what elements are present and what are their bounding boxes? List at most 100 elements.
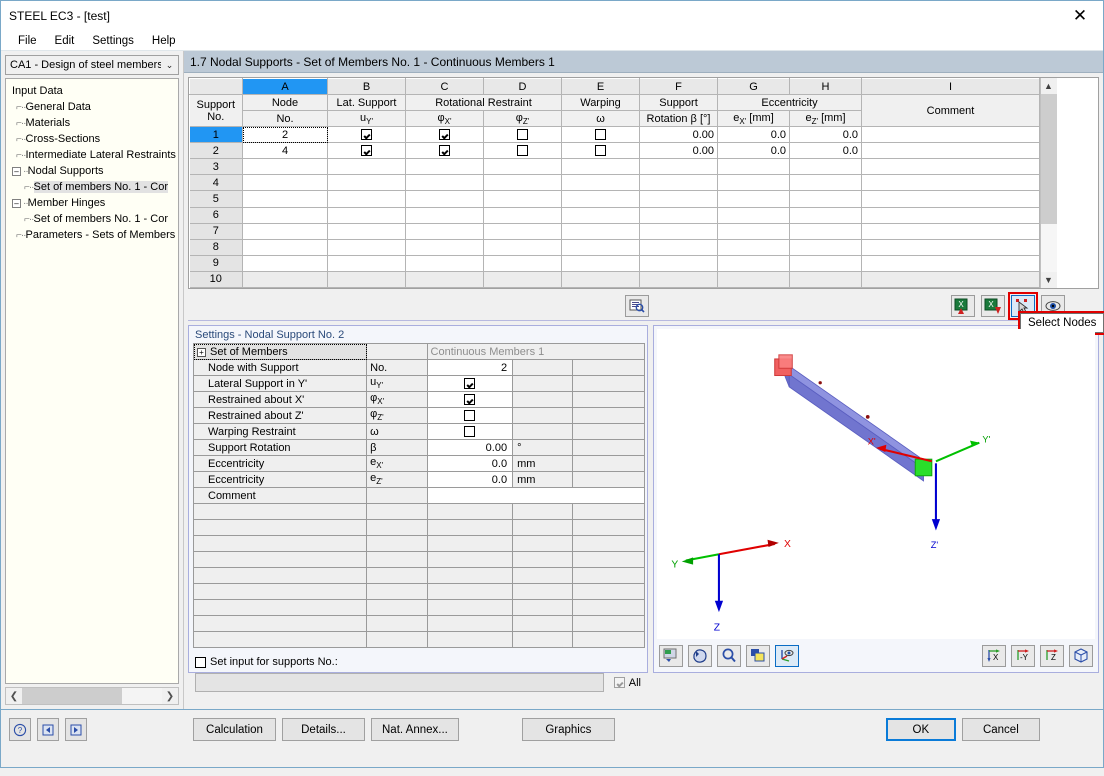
row-number[interactable]: 8: [190, 239, 243, 255]
cell-node-no[interactable]: [243, 207, 328, 223]
cell-ex[interactable]: [718, 175, 790, 191]
column-header-i[interactable]: I: [862, 79, 1040, 95]
cell-rot-z[interactable]: [484, 239, 562, 255]
menu-item-settings[interactable]: Settings: [83, 33, 143, 49]
column-header-a[interactable]: A: [243, 79, 328, 95]
scroll-track[interactable]: [1041, 94, 1057, 272]
cell-rot-z[interactable]: [484, 271, 562, 287]
tree-item-general-data[interactable]: ⌐·· General Data: [10, 99, 176, 115]
table-row[interactable]: 9: [190, 255, 1040, 271]
settings-value-beta[interactable]: 0.00: [427, 440, 513, 456]
close-icon[interactable]: ✕: [1057, 1, 1103, 31]
tree-item-materials[interactable]: ⌐·· Materials: [10, 115, 176, 131]
cell-rot-x[interactable]: [406, 223, 484, 239]
scroll-down-icon[interactable]: ▼: [1041, 272, 1057, 288]
settings-value-node-no[interactable]: 2: [427, 360, 513, 376]
cell-ez[interactable]: [790, 271, 862, 287]
collapse-icon[interactable]: –: [12, 199, 21, 208]
cell-rot-z[interactable]: [484, 223, 562, 239]
column-header-d[interactable]: D: [484, 79, 562, 95]
table-zoom-icon[interactable]: [625, 295, 649, 317]
cell-warping[interactable]: [562, 143, 640, 159]
table-row[interactable]: 4: [190, 175, 1040, 191]
layers-icon[interactable]: [746, 645, 770, 667]
cell-rot-x[interactable]: [406, 127, 484, 143]
column-header-g[interactable]: G: [718, 79, 790, 95]
cell-ez[interactable]: [790, 191, 862, 207]
calculation-button[interactable]: Calculation: [193, 718, 276, 741]
table-row[interactable]: 6: [190, 207, 1040, 223]
tree-item-nodal-supports-set-1[interactable]: ⌐·· Set of members No. 1 - Cor: [10, 179, 176, 195]
cell-ez[interactable]: [790, 175, 862, 191]
settings-row-eccentricity-x[interactable]: Eccentricity eX' 0.0 mm: [194, 456, 645, 472]
table-row[interactable]: 10: [190, 271, 1040, 287]
excel-export-icon[interactable]: X: [981, 295, 1005, 317]
cell-ex[interactable]: 0.0: [718, 143, 790, 159]
cell-ez[interactable]: 0.0: [790, 143, 862, 159]
checkbox-all[interactable]: [614, 677, 625, 688]
row-number[interactable]: 3: [190, 159, 243, 175]
cell-lat-support[interactable]: [328, 175, 406, 191]
tree-item-nodal-supports[interactable]: – ·· Nodal Supports: [10, 163, 176, 179]
settings-value-comment[interactable]: [427, 488, 644, 504]
checkbox-warping[interactable]: [595, 129, 606, 140]
checkbox-restrained-z[interactable]: [464, 410, 475, 421]
settings-row-node-with-support[interactable]: Node with Support No. 2: [194, 360, 645, 376]
settings-row-set-of-members[interactable]: +Set of Members Continuous Members 1: [194, 344, 645, 360]
cell-warping[interactable]: [562, 127, 640, 143]
cell-ex[interactable]: [718, 159, 790, 175]
settings-row-support-rotation[interactable]: Support Rotation β 0.00 °: [194, 440, 645, 456]
column-header-e[interactable]: E: [562, 79, 640, 95]
cell-node-no[interactable]: [243, 223, 328, 239]
cell-rot-z[interactable]: [484, 175, 562, 191]
cell-rot-x[interactable]: [406, 159, 484, 175]
column-header-c[interactable]: C: [406, 79, 484, 95]
nat-annex-button[interactable]: Nat. Annex...: [371, 718, 459, 741]
cell-ex[interactable]: [718, 239, 790, 255]
cell-node-no[interactable]: [243, 255, 328, 271]
cell-node-no[interactable]: [243, 239, 328, 255]
view-iso-icon[interactable]: [1069, 645, 1093, 667]
excel-import-icon[interactable]: X: [951, 295, 975, 317]
cell-lat-support[interactable]: [328, 223, 406, 239]
cell-rot-z[interactable]: [484, 127, 562, 143]
checkbox-rot-x[interactable]: [439, 129, 450, 140]
ok-button[interactable]: OK: [886, 718, 956, 741]
checkbox-rot-z[interactable]: [517, 145, 528, 156]
cell-beta[interactable]: [640, 223, 718, 239]
scroll-right-icon[interactable]: ❯: [162, 691, 178, 702]
scroll-up-icon[interactable]: ▲: [1041, 78, 1057, 94]
rotate-view-icon[interactable]: [775, 645, 799, 667]
menu-item-file[interactable]: File: [9, 33, 46, 49]
cell-node-no[interactable]: [243, 175, 328, 191]
cell-ez[interactable]: 0.0: [790, 127, 862, 143]
cell-rot-x[interactable]: [406, 271, 484, 287]
cell-beta[interactable]: [640, 175, 718, 191]
menu-item-edit[interactable]: Edit: [46, 33, 84, 49]
table-row[interactable]: 3: [190, 159, 1040, 175]
row-number[interactable]: 10: [190, 271, 243, 287]
view-y-icon[interactable]: -Y: [1011, 645, 1035, 667]
tree-item-cross-sections[interactable]: ⌐·· Cross-Sections: [10, 131, 176, 147]
cell-ex[interactable]: 0.0: [718, 127, 790, 143]
cell-beta[interactable]: 0.00: [640, 143, 718, 159]
cell-comment[interactable]: [862, 255, 1040, 271]
cell-beta[interactable]: [640, 159, 718, 175]
table-row[interactable]: 1 2 0.00 0.0 0.0: [190, 127, 1040, 143]
prev-icon[interactable]: [37, 718, 59, 741]
cell-ez[interactable]: [790, 239, 862, 255]
cell-node-no[interactable]: 2: [243, 127, 328, 143]
table-vertical-scrollbar[interactable]: ▲ ▼: [1040, 78, 1056, 288]
settings-row-warping-restraint[interactable]: Warping Restraint ω: [194, 424, 645, 440]
settings-row-lateral-support[interactable]: Lateral Support in Y' uY': [194, 376, 645, 392]
cell-lat-support[interactable]: [328, 239, 406, 255]
table-row[interactable]: 8: [190, 239, 1040, 255]
cell-lat-support[interactable]: [328, 143, 406, 159]
row-number[interactable]: 6: [190, 207, 243, 223]
scroll-left-icon[interactable]: ❮: [6, 691, 22, 702]
settings-row-eccentricity-z[interactable]: Eccentricity eZ' 0.0 mm: [194, 472, 645, 488]
checkbox-lat-support[interactable]: [361, 129, 372, 140]
cell-rot-x[interactable]: [406, 143, 484, 159]
cell-ez[interactable]: [790, 207, 862, 223]
help-icon[interactable]: ?: [9, 718, 31, 741]
